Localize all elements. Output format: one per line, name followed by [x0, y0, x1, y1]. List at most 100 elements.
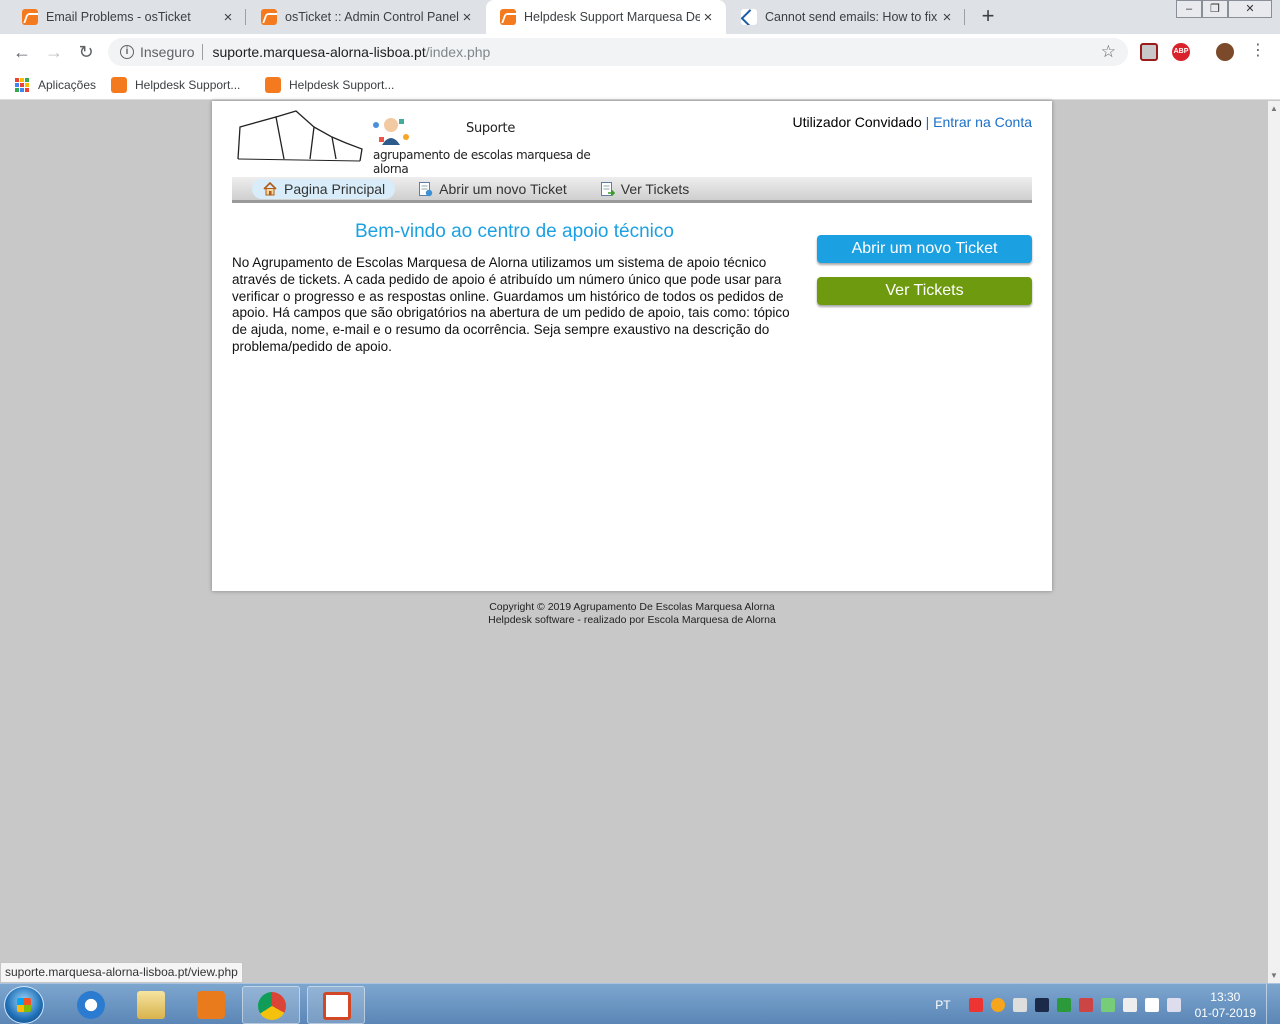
nav-label: Pagina Principal — [284, 180, 386, 197]
security-label[interactable]: Inseguro — [140, 44, 194, 60]
tab-separator — [245, 9, 246, 25]
bookmark-label: Aplicações — [38, 78, 97, 92]
tray-shield-icon[interactable] — [1056, 997, 1071, 1012]
close-tab-icon[interactable]: × — [939, 9, 955, 26]
adblock-extension-icon[interactable]: ABP — [1172, 43, 1190, 61]
tab-email-problems[interactable]: Email Problems - osTicket × — [8, 0, 246, 34]
system-tray: PT 13:30 01-07-2019 — [935, 984, 1280, 1024]
page-footer: Copyright © 2019 Agrupamento De Escolas … — [212, 601, 1052, 627]
internet-explorer-icon — [77, 991, 105, 1019]
osticket-favicon-icon — [261, 9, 277, 25]
login-link[interactable]: Entrar na Conta — [933, 114, 1032, 130]
minimize-button[interactable]: – — [1176, 0, 1202, 18]
tab-helpdesk-support[interactable]: Helpdesk Support Marquesa De A × — [486, 0, 726, 34]
intro-text: No Agrupamento de Escolas Marquesa de Al… — [232, 255, 790, 354]
view-tickets-icon — [600, 181, 615, 196]
close-tab-icon[interactable]: × — [459, 9, 475, 26]
bookmarks-bar: Aplicações Helpdesk Support... Helpdesk … — [0, 70, 1280, 100]
file-explorer-icon — [137, 991, 165, 1019]
start-button[interactable] — [4, 986, 44, 1024]
tab-admin-control-panel[interactable]: osTicket :: Admin Control Panel × — [247, 0, 485, 34]
browser-menu-icon[interactable]: ⋮ — [1250, 43, 1266, 61]
bookmark-helpdesk-1[interactable]: Helpdesk Support... — [111, 76, 240, 94]
page-scrollbar[interactable]: ▲ ▼ — [1268, 101, 1280, 983]
tray-speaker-muted-icon[interactable] — [1078, 997, 1093, 1012]
user-info: Utilizador Convidado | Entrar na Conta — [793, 114, 1032, 130]
close-window-button[interactable]: ✕ — [1228, 0, 1272, 18]
apps-grid-icon — [15, 78, 29, 92]
tab-cannot-send-emails[interactable]: Cannot send emails: How to fix e × — [727, 0, 965, 34]
user-separator: | — [925, 114, 930, 130]
home-icon — [263, 181, 277, 195]
browser-toolbar: ← → ↻ i Inseguro suporte.marquesa-alorna… — [0, 34, 1280, 70]
pdf-extension-icon[interactable] — [1140, 43, 1158, 61]
scroll-down-icon[interactable]: ▼ — [1270, 971, 1278, 980]
tray-network-icon[interactable] — [1166, 997, 1181, 1012]
tray-lock-icon[interactable] — [1012, 997, 1027, 1012]
restore-button[interactable]: ❐ — [1202, 0, 1228, 18]
tray-monitor-icon[interactable] — [1034, 997, 1049, 1012]
taskbar-powerpoint[interactable] — [307, 986, 365, 1024]
taskbar-media-player[interactable] — [182, 986, 240, 1024]
media-player-icon — [197, 991, 225, 1019]
address-bar[interactable]: i Inseguro suporte.marquesa-alorna-lisbo… — [108, 38, 1128, 66]
tab-title: osTicket :: Admin Control Panel — [285, 10, 459, 24]
logo-title: Suporte — [466, 121, 516, 136]
nav-label: Abrir um novo Ticket — [439, 180, 567, 197]
url-path[interactable]: /index.php — [426, 44, 491, 60]
guest-user-label: Utilizador Convidado — [792, 114, 922, 130]
status-url-bubble: suporte.marquesa-alorna-lisboa.pt/view.p… — [0, 962, 243, 983]
taskbar-chrome[interactable] — [242, 986, 300, 1024]
view-tickets-button[interactable]: Ver Tickets — [817, 277, 1032, 305]
back-button[interactable]: ← — [10, 40, 34, 64]
osticket-favicon-icon — [22, 9, 38, 25]
open-ticket-button[interactable]: Abrir um novo Ticket — [817, 235, 1032, 263]
clock-date: 01-07-2019 — [1194, 1005, 1256, 1020]
tray-app-icon[interactable] — [968, 997, 983, 1012]
scroll-up-icon[interactable]: ▲ — [1270, 104, 1278, 113]
tab-separator — [964, 9, 965, 25]
credit-text: Helpdesk software - realizado por Escola… — [488, 614, 776, 626]
bookmark-label: Helpdesk Support... — [135, 78, 241, 92]
language-indicator[interactable]: PT — [935, 998, 950, 1012]
copyright-text: Copyright © 2019 Agrupamento De Escolas … — [489, 601, 775, 613]
address-divider — [202, 44, 204, 60]
profile-avatar-icon[interactable] — [1216, 43, 1234, 61]
tray-sync-icon[interactable] — [1100, 997, 1115, 1012]
osticket-favicon-icon — [500, 9, 516, 25]
clock-time: 13:30 — [1210, 989, 1241, 1004]
new-ticket-icon — [419, 181, 433, 196]
page-container: Suporte agrupamento de escolas marquesa … — [212, 101, 1052, 591]
taskbar: PT 13:30 01-07-2019 — [0, 983, 1280, 1024]
show-desktop-button[interactable] — [1266, 984, 1280, 1024]
taskbar-file-explorer[interactable] — [122, 986, 180, 1024]
osticket-icon — [265, 77, 281, 93]
wordpress-favicon-icon — [741, 9, 757, 25]
bookmark-helpdesk-2[interactable]: Helpdesk Support... — [265, 76, 394, 94]
tray-volume-icon[interactable] — [1122, 997, 1137, 1012]
close-tab-icon[interactable]: × — [220, 9, 236, 26]
tab-title: Helpdesk Support Marquesa De A — [524, 10, 700, 24]
nav-home[interactable]: Pagina Principal — [252, 178, 396, 199]
tray-update-icon[interactable] — [990, 997, 1005, 1012]
nav-view-tickets[interactable]: Ver Tickets — [589, 179, 699, 199]
site-logo[interactable]: Suporte agrupamento de escolas marquesa … — [236, 107, 626, 176]
window-controls: – ❐ ✕ — [1176, 0, 1272, 18]
reload-button[interactable]: ↻ — [74, 40, 98, 64]
forward-button[interactable]: → — [42, 40, 66, 64]
info-icon[interactable]: i — [120, 45, 134, 59]
tray-clock[interactable]: 13:30 01-07-2019 — [1195, 989, 1256, 1021]
nav-new-ticket[interactable]: Abrir um novo Ticket — [407, 179, 577, 199]
tab-title: Cannot send emails: How to fix e — [765, 10, 939, 24]
url-host[interactable]: suporte.marquesa-alorna-lisboa.pt — [212, 44, 425, 60]
new-tab-button[interactable]: + — [976, 5, 1000, 29]
chrome-icon — [258, 992, 286, 1020]
bookmark-apps[interactable]: Aplicações — [15, 76, 96, 94]
bookmark-star-icon[interactable]: ☆ — [1101, 42, 1116, 62]
taskbar-internet-explorer[interactable] — [62, 986, 120, 1024]
tab-strip: Email Problems - osTicket × osTicket :: … — [0, 0, 1280, 34]
site-nav: Pagina Principal Abrir um novo Ticket Ve… — [232, 177, 1032, 203]
tray-flag-icon[interactable] — [1144, 997, 1159, 1012]
powerpoint-icon — [323, 992, 351, 1020]
close-tab-icon[interactable]: × — [700, 9, 716, 26]
